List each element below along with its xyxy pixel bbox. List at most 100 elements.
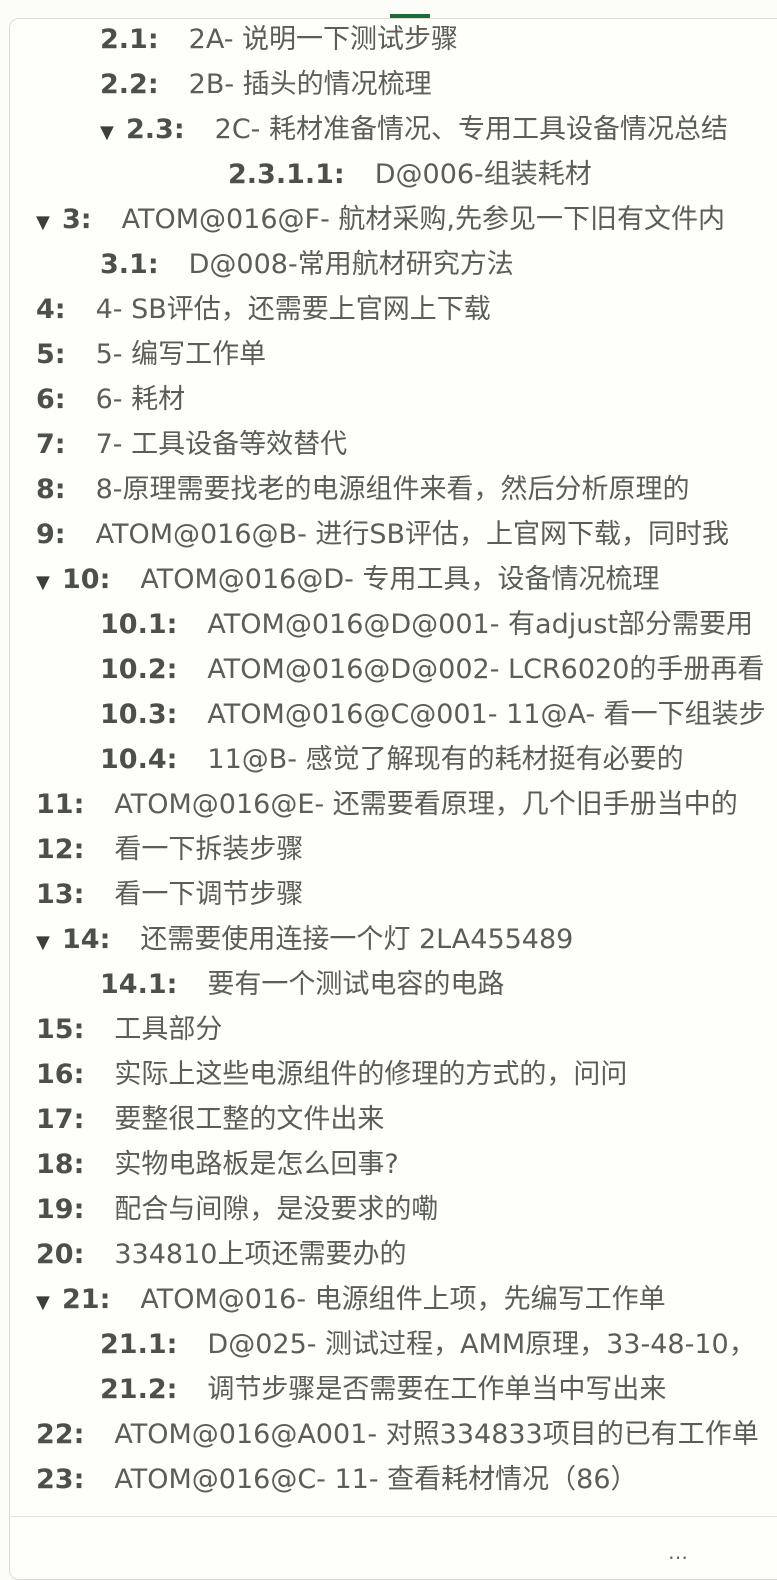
- outline-item[interactable]: 12: 看一下拆装步骤: [36, 830, 303, 870]
- item-number: 10.3:: [100, 699, 178, 730]
- item-number: 12:: [36, 834, 85, 865]
- item-text: ATOM@016@F- 航材采购,先参见一下旧有文件内: [121, 204, 725, 235]
- item-number: 19:: [36, 1194, 85, 1225]
- item-number: 10.2:: [100, 654, 178, 685]
- outline-item[interactable]: 10.2: ATOM@016@D@002- LCR6020的手册再看: [100, 650, 764, 690]
- outline-item[interactable]: ▼ 2.3: 2C- 耗材准备情况、专用工具设备情况总结: [100, 110, 728, 150]
- outline-item[interactable]: 10.1: ATOM@016@D@001- 有adjust部分需要用: [100, 605, 753, 645]
- item-text: 看一下调节步骤: [114, 879, 304, 910]
- outline-item[interactable]: 22: ATOM@016@A001- 对照334833项目的已有工作单: [36, 1415, 759, 1455]
- item-text: ATOM@016@A001- 对照334833项目的已有工作单: [114, 1419, 759, 1450]
- item-text: 334810上项还需要办的: [114, 1239, 407, 1270]
- item-number: 15:: [36, 1014, 85, 1045]
- item-number: 2.1:: [100, 24, 159, 55]
- item-text: 要有一个测试电容的电路: [207, 969, 505, 1000]
- outline-item[interactable]: 16: 实际上这些电源组件的修理的方式的，问问: [36, 1055, 627, 1095]
- item-number: 21.2:: [100, 1374, 178, 1405]
- item-text: 5- 编写工作单: [95, 339, 267, 370]
- item-text: 6- 耗材: [95, 384, 186, 415]
- collapse-arrow-icon[interactable]: ▼: [36, 203, 62, 240]
- outline-item[interactable]: 5: 5- 编写工作单: [36, 335, 266, 375]
- collapse-arrow-icon[interactable]: ▼: [36, 563, 62, 600]
- item-number: 22:: [36, 1419, 85, 1450]
- item-text: ATOM@016@D@002- LCR6020的手册再看: [207, 654, 765, 685]
- item-text: D@025- 测试过程，AMM原理，33-48-10，: [207, 1329, 756, 1360]
- item-text: 看一下拆装步骤: [114, 834, 304, 865]
- item-text: 4- SB评估，还需要上官网上下载: [95, 294, 491, 325]
- item-text: 配合与间隙，是没要求的嘞: [114, 1194, 439, 1225]
- item-text: 实物电路板是怎么回事?: [114, 1149, 399, 1180]
- outline-item[interactable]: ▼ 14: 还需要使用连接一个灯 2LA455489: [36, 920, 573, 960]
- item-number: 2.2:: [100, 69, 159, 100]
- item-number: 8:: [36, 474, 66, 505]
- outline-item[interactable]: 13: 看一下调节步骤: [36, 875, 303, 915]
- item-text: 8-原理需要找老的电源组件来看，然后分析原理的: [95, 474, 690, 505]
- item-number: 23:: [36, 1464, 85, 1495]
- item-number: 14:: [62, 924, 111, 955]
- item-number: 2.3:: [126, 114, 185, 145]
- item-text: D@008-常用航材研究方法: [188, 249, 514, 280]
- outline-item[interactable]: 19: 配合与间隙，是没要求的嘞: [36, 1190, 438, 1230]
- outline-item[interactable]: ▼ 3: ATOM@016@F- 航材采购,先参见一下旧有文件内: [36, 200, 725, 240]
- item-text: ATOM@016@D@001- 有adjust部分需要用: [207, 609, 753, 640]
- collapse-arrow-icon[interactable]: ▼: [36, 923, 62, 960]
- item-number: 20:: [36, 1239, 85, 1270]
- outline-item[interactable]: 10.3: ATOM@016@C@001- 11@A- 看一下组装步: [100, 695, 766, 735]
- outline-item[interactable]: ▼ 21: ATOM@016- 电源组件上项，先编写工作单: [36, 1280, 666, 1320]
- item-text: ATOM@016@C- 11- 查看耗材情况（86）: [114, 1464, 638, 1495]
- item-text: ATOM@016@C@001- 11@A- 看一下组装步: [207, 699, 766, 730]
- item-number: 11:: [36, 789, 85, 820]
- item-text: 调节步骤是否需要在工作单当中写出来: [207, 1374, 667, 1405]
- outline-item[interactable]: 15: 工具部分: [36, 1010, 222, 1050]
- item-number: 18:: [36, 1149, 85, 1180]
- item-text: ATOM@016@D- 专用工具，设备情况梳理: [140, 564, 660, 595]
- item-number: 21:: [62, 1284, 111, 1315]
- outline-item[interactable]: 3.1: D@008-常用航材研究方法: [100, 245, 514, 285]
- item-text: 还需要使用连接一个灯 2LA455489: [140, 924, 574, 955]
- outline-item[interactable]: 6: 6- 耗材: [36, 380, 185, 420]
- item-text: ATOM@016@E- 还需要看原理，几个旧手册当中的: [114, 789, 738, 820]
- item-text: 2B- 插头的情况梳理: [188, 69, 432, 100]
- outline-item[interactable]: 17: 要整很工整的文件出来: [36, 1100, 384, 1140]
- item-text: 2C- 耗材准备情况、专用工具设备情况总结: [214, 114, 728, 145]
- item-text: ATOM@016- 电源组件上项，先编写工作单: [140, 1284, 666, 1315]
- item-number: 4:: [36, 294, 66, 325]
- item-number: 2.3.1.1:: [228, 159, 345, 190]
- outline-item[interactable]: 2.1: 2A- 说明一下测试步骤: [100, 20, 458, 60]
- footer-divider: [9, 1516, 777, 1517]
- outline-item[interactable]: 18: 实物电路板是怎么回事?: [36, 1145, 399, 1185]
- outline-item[interactable]: 20: 334810上项还需要办的: [36, 1235, 406, 1275]
- item-number: 7:: [36, 429, 66, 460]
- item-text: 7- 工具设备等效替代: [95, 429, 348, 460]
- item-number: 17:: [36, 1104, 85, 1135]
- outline-item[interactable]: 14.1: 要有一个测试电容的电路: [100, 965, 504, 1005]
- item-number: 10.1:: [100, 609, 178, 640]
- item-number: 16:: [36, 1059, 85, 1090]
- item-text: 要整很工整的文件出来: [114, 1104, 385, 1135]
- item-text: 2A- 说明一下测试步骤: [188, 24, 459, 55]
- outline-item[interactable]: 23: ATOM@016@C- 11- 查看耗材情况（86）: [36, 1460, 638, 1500]
- outline-item[interactable]: 21.1: D@025- 测试过程，AMM原理，33-48-10，: [100, 1325, 756, 1365]
- item-text: 工具部分: [114, 1014, 223, 1045]
- outline-item[interactable]: 2.2: 2B- 插头的情况梳理: [100, 65, 432, 105]
- item-number: 6:: [36, 384, 66, 415]
- outline-item[interactable]: 9: ATOM@016@B- 进行SB评估，上官网下载，同时我: [36, 515, 729, 555]
- outline-item[interactable]: 2.3.1.1: D@006-组装耗材: [228, 155, 592, 195]
- outline-item[interactable]: 4: 4- SB评估，还需要上官网上下载: [36, 290, 491, 330]
- item-number: 10:: [62, 564, 111, 595]
- outline-item[interactable]: 21.2: 调节步骤是否需要在工作单当中写出来: [100, 1370, 666, 1410]
- collapse-arrow-icon[interactable]: ▼: [36, 1283, 62, 1320]
- item-text: D@006-组装耗材: [374, 159, 592, 190]
- item-number: 9:: [36, 519, 66, 550]
- item-number: 14.1:: [100, 969, 178, 1000]
- outline-item[interactable]: 11: ATOM@016@E- 还需要看原理，几个旧手册当中的: [36, 785, 738, 825]
- outline-item[interactable]: ▼ 10: ATOM@016@D- 专用工具，设备情况梳理: [36, 560, 659, 600]
- outline-item[interactable]: 7: 7- 工具设备等效替代: [36, 425, 347, 465]
- item-number: 3.1:: [100, 249, 159, 280]
- item-number: 10.4:: [100, 744, 178, 775]
- item-number: 21.1:: [100, 1329, 178, 1360]
- outline-item[interactable]: 8: 8-原理需要找老的电源组件来看，然后分析原理的: [36, 470, 690, 510]
- more-icon[interactable]: …: [668, 1540, 688, 1564]
- collapse-arrow-icon[interactable]: ▼: [100, 113, 126, 150]
- outline-item[interactable]: 10.4: 11@B- 感觉了解现有的耗材挺有必要的: [100, 740, 684, 780]
